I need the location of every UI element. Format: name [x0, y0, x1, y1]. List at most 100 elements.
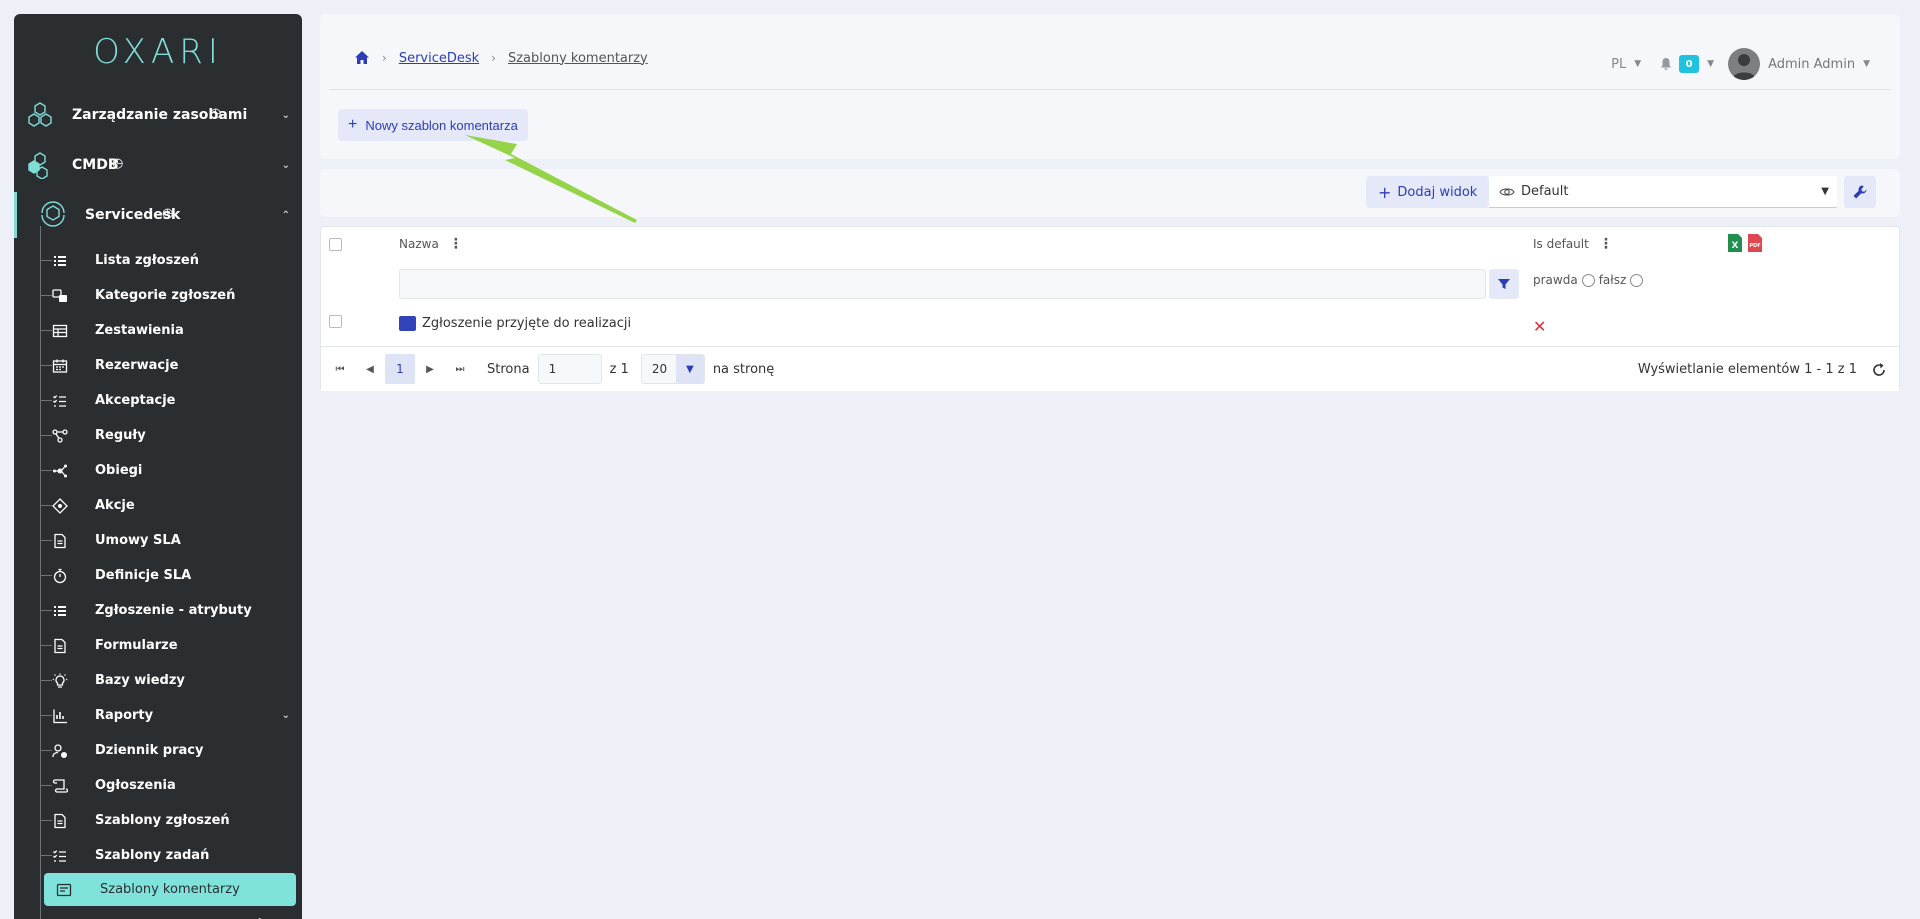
caret-down-icon[interactable]: ▼	[1634, 59, 1641, 69]
sidebar-item-13[interactable]: Bazy wiedzy	[14, 663, 302, 698]
tree-tick	[40, 365, 52, 366]
sidebar-item-20[interactable]: Szablony powiadomień	[14, 908, 302, 919]
sidebar-item-9[interactable]: Umowy SLA	[14, 523, 302, 558]
sidebar-item-16[interactable]: Ogłoszenia	[14, 768, 302, 803]
lightbulb-icon	[52, 673, 68, 688]
plus-icon: +	[348, 116, 358, 133]
add-view-button[interactable]: + Dodaj widok	[1366, 176, 1490, 208]
sidebar-item-1[interactable]: Lista zgłoszeń	[14, 243, 302, 278]
sidebar-item-8[interactable]: Akcje	[14, 488, 302, 523]
language-selector[interactable]: PL	[1611, 57, 1626, 72]
excel-export-icon[interactable]: X	[1727, 233, 1743, 253]
radio-true[interactable]	[1581, 273, 1595, 287]
bell-icon[interactable]	[1659, 57, 1673, 71]
prev-page-icon[interactable]: ◀	[355, 354, 385, 384]
sidebar: OXARI Zarządzanie zasobami ◷ ⌄ CMDB ◷ ⌄ …	[14, 14, 302, 919]
document-icon	[54, 533, 66, 549]
column-header-is-default[interactable]: Is default ⋮	[1533, 236, 1613, 252]
first-page-icon[interactable]: ⏮	[325, 354, 355, 384]
kebab-menu-icon[interactable]: ⋮	[449, 236, 463, 252]
sidebar-item-2[interactable]: Kategorie zgłoszeń	[14, 278, 302, 313]
sidebar-item-3[interactable]: Zestawienia	[14, 313, 302, 348]
notifications-badge[interactable]: 0	[1679, 55, 1700, 73]
pdf-export-icon[interactable]: PDF	[1747, 233, 1763, 253]
sidebar-item-label: Zestawienia	[95, 323, 184, 338]
comment-template-icon	[399, 316, 416, 331]
list-icon	[54, 606, 66, 616]
filter-button[interactable]	[1489, 269, 1519, 299]
view-select[interactable]: Default ▼	[1489, 176, 1837, 208]
chevron-up-icon: ⌃	[281, 209, 290, 221]
hexagons-icon	[28, 102, 52, 127]
is-default-filter: prawda fałsz	[1533, 273, 1647, 287]
sidebar-item-19[interactable]: Szablony komentarzy	[44, 873, 296, 906]
sidebar-item-14[interactable]: Raporty ⌄	[14, 698, 302, 733]
export-icons: X PDF	[1727, 233, 1763, 253]
document-icon	[54, 813, 66, 829]
tree-tick	[40, 820, 52, 821]
tree-tick	[40, 680, 52, 681]
avatar[interactable]	[1728, 48, 1761, 80]
sidebar-item-label: Rezerwacje	[95, 358, 179, 373]
refresh-icon[interactable]	[1871, 362, 1887, 378]
radio-label-true: prawda	[1533, 273, 1578, 287]
home-icon[interactable]	[354, 50, 370, 66]
kebab-menu-icon[interactable]: ⋮	[1599, 236, 1613, 252]
sidebar-item-label: Szablony zgłoszeń	[95, 813, 230, 828]
svg-text:PDF: PDF	[1749, 243, 1760, 249]
false-x-icon: ✕	[1533, 317, 1547, 336]
user-name[interactable]: Admin Admin	[1768, 57, 1855, 72]
column-header-name[interactable]: Nazwa ⋮	[399, 236, 463, 252]
section-servicedesk[interactable]: Servicedesk ◷ ⌃	[14, 192, 302, 238]
sidebar-item-5[interactable]: Akceptacje	[14, 383, 302, 418]
current-page[interactable]: 1	[385, 354, 415, 384]
view-toolbar: + Dodaj widok Default ▼	[320, 169, 1900, 217]
page-input[interactable]: 1	[537, 354, 602, 384]
tree-tick	[40, 610, 52, 611]
page-label: Strona	[487, 361, 530, 377]
caret-down-icon[interactable]: ▼	[1707, 59, 1714, 69]
sidebar-item-label: Obiegi	[95, 463, 143, 478]
breadcrumb-current[interactable]: Szablony komentarzy	[508, 51, 648, 66]
items-summary: Wyświetlanie elementów 1 - 1 z 1	[1637, 362, 1857, 377]
column-label: Is default	[1533, 237, 1589, 251]
section-cmdb[interactable]: CMDB ◷ ⌄	[14, 142, 302, 188]
scroll-icon	[52, 779, 68, 793]
caret-down-icon[interactable]: ▼	[1863, 59, 1870, 69]
next-page-icon[interactable]: ▶	[415, 354, 445, 384]
section-zarzadzanie-zasobami[interactable]: Zarządzanie zasobami ◷ ⌄	[14, 92, 302, 138]
header-actions: PL ▼ 0 ▼ Admin Admin ▼	[1611, 48, 1870, 80]
sidebar-item-10[interactable]: Definicje SLA	[14, 558, 302, 593]
sidebar-item-label: Ogłoszenia	[95, 778, 176, 793]
radio-false[interactable]	[1630, 273, 1644, 287]
settings-button[interactable]	[1844, 176, 1876, 208]
document-icon	[54, 638, 66, 654]
page-of-label: z 1	[609, 361, 629, 377]
user-silhouette-icon	[1732, 54, 1757, 80]
sidebar-item-17[interactable]: Szablony zgłoszeń	[14, 803, 302, 838]
per-page-label: na stronę	[712, 361, 775, 377]
table-row[interactable]: Zgłoszenie przyjęte do realizacji	[399, 316, 631, 331]
select-all-checkbox[interactable]	[329, 238, 342, 251]
sidebar-item-15[interactable]: Dziennik pracy	[14, 733, 302, 768]
caret-down-icon: ▼	[675, 355, 704, 383]
row-checkbox[interactable]	[329, 315, 342, 328]
row-name[interactable]: Zgłoszenie przyjęte do realizacji	[422, 316, 631, 331]
divider	[330, 89, 1890, 90]
sidebar-item-6[interactable]: Reguły	[14, 418, 302, 453]
plus-icon: +	[1378, 182, 1392, 202]
eye-icon	[1499, 187, 1515, 196]
sidebar-item-18[interactable]: Szablony zadań	[14, 838, 302, 873]
sidebar-item-11[interactable]: Zgłoszenie - atrybuty	[14, 593, 302, 628]
workflow-icon	[53, 464, 67, 478]
name-filter-input[interactable]	[399, 269, 1486, 299]
page-size-select[interactable]: 20 ▼	[640, 354, 705, 384]
sidebar-item-4[interactable]: Rezerwacje	[14, 348, 302, 383]
chart-icon	[53, 709, 67, 724]
sidebar-item-12[interactable]: Formularze	[14, 628, 302, 663]
new-comment-template-button[interactable]: + Nowy szablon komentarza	[338, 109, 528, 141]
sidebar-item-7[interactable]: Obiegi	[14, 453, 302, 488]
tree-tick	[40, 330, 52, 331]
last-page-icon[interactable]: ⏭	[445, 354, 475, 384]
breadcrumb-servicedesk[interactable]: ServiceDesk	[399, 51, 479, 66]
